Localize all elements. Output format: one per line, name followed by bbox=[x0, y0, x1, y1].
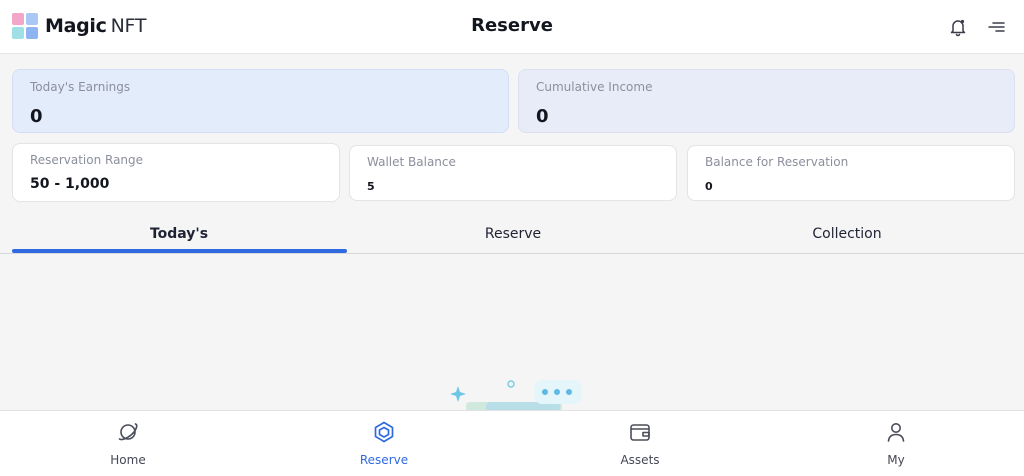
nav-assets-label: Assets bbox=[620, 453, 660, 467]
nav-reserve[interactable]: Reserve bbox=[256, 411, 512, 476]
nav-my-label: My bbox=[887, 453, 905, 467]
wallet-balance-card: Wallet Balance 5 bbox=[349, 145, 677, 201]
top-header: Magic NFT Reserve bbox=[0, 0, 1024, 54]
reservation-range-card: Reservation Range 50 - 1,000 bbox=[12, 143, 340, 202]
todays-earnings-card: Today's Earnings 0 bbox=[12, 69, 509, 133]
nav-my[interactable]: My bbox=[768, 411, 1024, 476]
cumulative-income-card: Cumulative Income 0 bbox=[518, 69, 1015, 133]
tab-todays[interactable]: Today's bbox=[12, 226, 346, 242]
reservation-range-label: Reservation Range bbox=[30, 153, 144, 167]
cumulative-income-label: Cumulative Income bbox=[536, 80, 653, 94]
nav-assets[interactable]: Assets bbox=[512, 411, 768, 476]
nav-home[interactable]: Home bbox=[0, 411, 256, 476]
planet-icon bbox=[116, 420, 140, 444]
balance-for-reservation-label: Balance for Reservation bbox=[705, 155, 849, 169]
wallet-balance-value: 5 bbox=[367, 180, 375, 193]
person-icon bbox=[884, 420, 908, 444]
tab-reserve[interactable]: Reserve bbox=[346, 226, 680, 242]
empty-state-illustration bbox=[446, 376, 586, 412]
bottom-nav: Home Reserve Assets My bbox=[0, 410, 1024, 476]
balance-for-reservation-value: 0 bbox=[705, 180, 713, 193]
wallet-balance-label: Wallet Balance bbox=[367, 155, 456, 169]
page-title: Reserve bbox=[471, 15, 553, 36]
wallet-icon bbox=[628, 420, 652, 444]
tab-bar: Today's Reserve Collection bbox=[0, 222, 1024, 254]
active-tab-indicator bbox=[12, 249, 347, 253]
menu-icon[interactable] bbox=[985, 16, 1007, 38]
tab-collection[interactable]: Collection bbox=[680, 226, 1014, 242]
todays-earnings-value: 0 bbox=[30, 106, 43, 127]
cube-icon bbox=[372, 420, 396, 444]
balance-for-reservation-card: Balance for Reservation 0 bbox=[687, 145, 1015, 201]
cumulative-income-value: 0 bbox=[536, 106, 549, 127]
reservation-range-value: 50 - 1,000 bbox=[30, 176, 110, 192]
nav-reserve-label: Reserve bbox=[359, 453, 409, 467]
todays-earnings-label: Today's Earnings bbox=[30, 80, 131, 94]
nav-home-label: Home bbox=[110, 453, 146, 467]
bell-icon[interactable] bbox=[947, 16, 969, 38]
